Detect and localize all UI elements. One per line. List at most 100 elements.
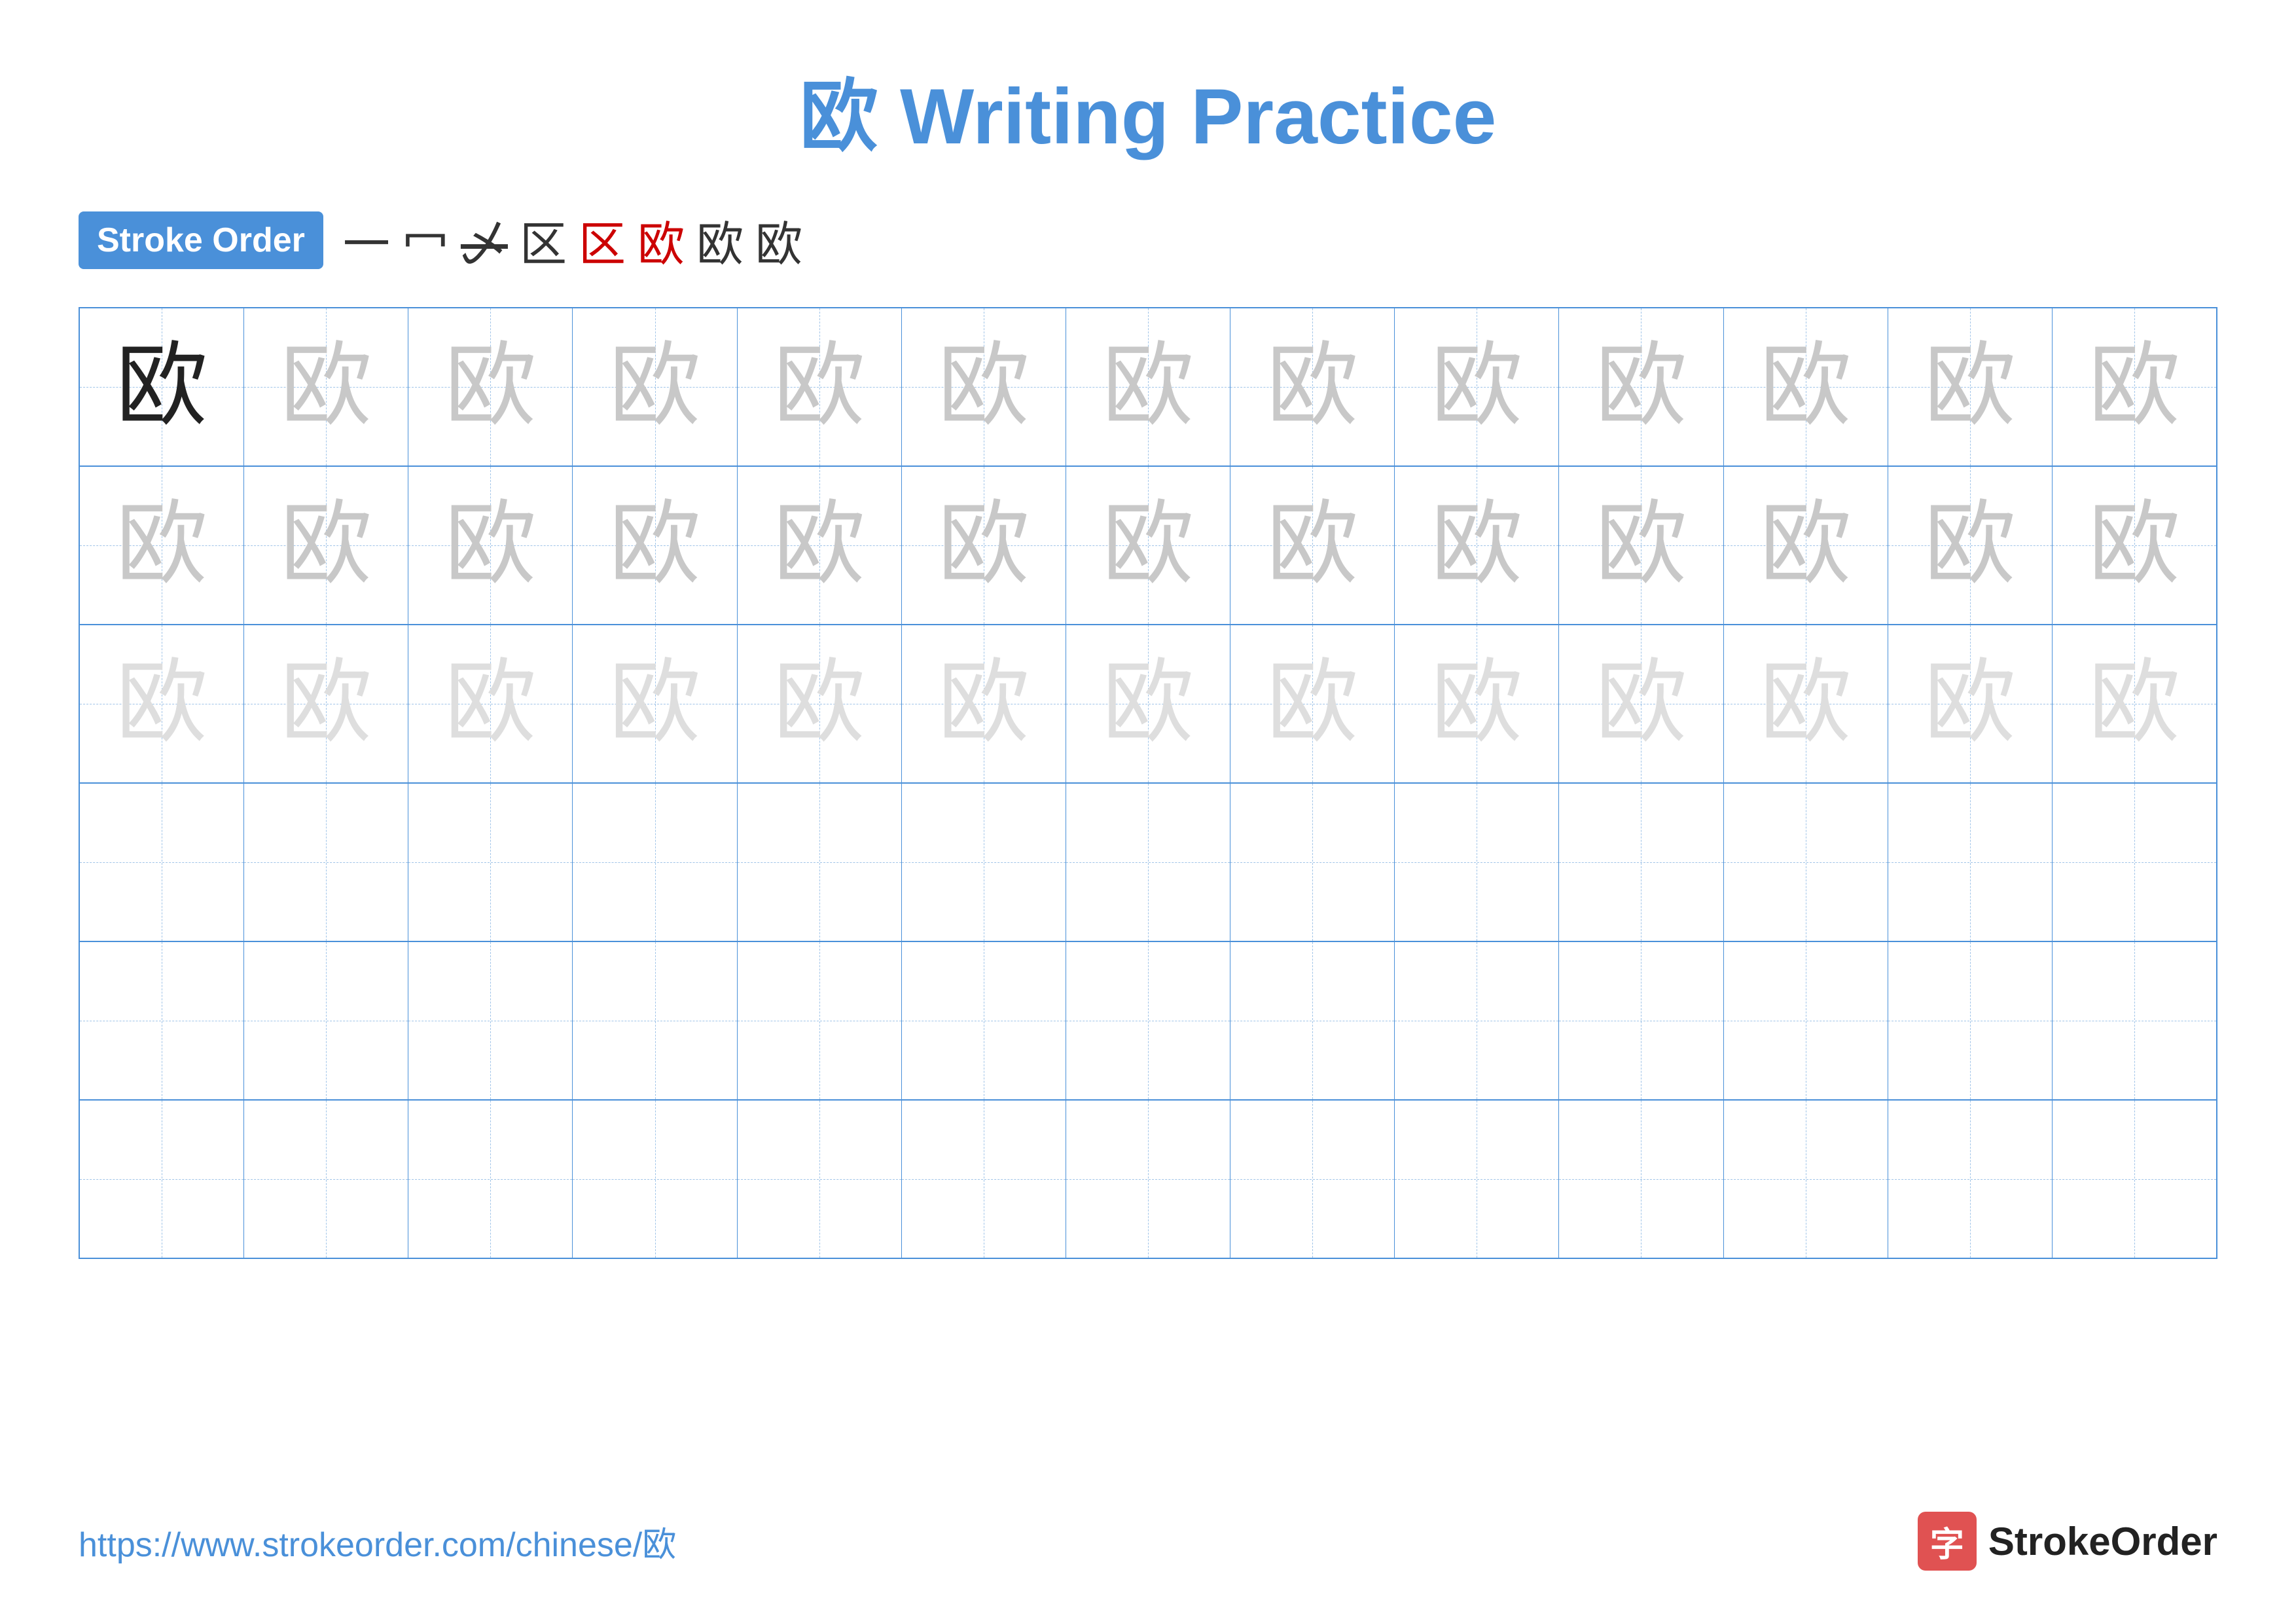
grid-cell[interactable] <box>2053 942 2216 1099</box>
grid-cell[interactable] <box>738 784 902 941</box>
grid-cell[interactable] <box>1230 942 1395 1099</box>
grid-cell[interactable] <box>738 1101 902 1258</box>
grid-cell[interactable]: 欧 <box>244 467 408 624</box>
practice-grid: 欧欧欧欧欧欧欧欧欧欧欧欧欧欧欧欧欧欧欧欧欧欧欧欧欧欧欧欧欧欧欧欧欧欧欧欧欧欧欧 <box>79 307 2217 1259</box>
grid-cell[interactable] <box>1888 942 2053 1099</box>
grid-cell[interactable] <box>80 1101 244 1258</box>
grid-cell[interactable]: 欧 <box>1888 308 2053 465</box>
practice-char: 欧 <box>2089 500 2180 591</box>
grid-cell[interactable]: 欧 <box>1066 467 1230 624</box>
grid-cell[interactable]: 欧 <box>573 625 737 782</box>
grid-cell[interactable]: 欧 <box>1395 625 1559 782</box>
grid-cell[interactable]: 欧 <box>902 467 1066 624</box>
grid-cell[interactable]: 欧 <box>2053 625 2216 782</box>
grid-cell[interactable]: 欧 <box>1559 625 1723 782</box>
grid-cell[interactable]: 欧 <box>573 467 737 624</box>
practice-char: 欧 <box>444 341 536 433</box>
grid-cell[interactable]: 欧 <box>408 625 573 782</box>
grid-cell[interactable]: 欧 <box>80 308 244 465</box>
grid-cell[interactable] <box>408 784 573 941</box>
grid-cell[interactable]: 欧 <box>573 308 737 465</box>
grid-cell[interactable] <box>738 942 902 1099</box>
grid-cell[interactable] <box>80 942 244 1099</box>
stroke-step-3: 乄 <box>461 206 508 274</box>
grid-cell[interactable]: 欧 <box>244 308 408 465</box>
title-chinese-char: 欧 <box>800 73 878 160</box>
grid-cell[interactable]: 欧 <box>1724 625 1888 782</box>
grid-cell[interactable]: 欧 <box>244 625 408 782</box>
grid-cell[interactable]: 欧 <box>408 308 573 465</box>
grid-cell[interactable]: 欧 <box>738 625 902 782</box>
grid-cell[interactable] <box>902 784 1066 941</box>
footer-logo: 字 StrokeOrder <box>1918 1512 2217 1571</box>
grid-cell[interactable]: 欧 <box>1724 467 1888 624</box>
grid-cell[interactable]: 欧 <box>738 308 902 465</box>
grid-cell[interactable] <box>1724 784 1888 941</box>
practice-char: 欧 <box>1266 341 1358 433</box>
practice-char: 欧 <box>444 500 536 591</box>
stroke-step-1: 一 <box>343 206 390 274</box>
grid-cell[interactable] <box>1066 942 1230 1099</box>
grid-cell[interactable] <box>1724 942 1888 1099</box>
grid-cell[interactable]: 欧 <box>1888 467 2053 624</box>
grid-cell[interactable]: 欧 <box>1230 308 1395 465</box>
footer-url[interactable]: https://www.strokeorder.com/chinese/欧 <box>79 1517 676 1566</box>
grid-cell[interactable] <box>2053 1101 2216 1258</box>
grid-cell[interactable]: 欧 <box>1559 308 1723 465</box>
practice-char: 欧 <box>280 658 372 750</box>
logo-icon: 字 <box>1918 1512 1977 1571</box>
grid-cell[interactable] <box>1888 1101 2053 1258</box>
grid-cell[interactable] <box>902 942 1066 1099</box>
grid-cell[interactable]: 欧 <box>1230 625 1395 782</box>
grid-cell[interactable]: 欧 <box>1066 625 1230 782</box>
grid-cell[interactable]: 欧 <box>902 625 1066 782</box>
grid-cell[interactable] <box>573 1101 737 1258</box>
grid-cell[interactable] <box>80 784 244 941</box>
practice-char: 欧 <box>1760 500 1852 591</box>
grid-cell[interactable]: 欧 <box>1888 625 2053 782</box>
grid-cell[interactable]: 欧 <box>1395 467 1559 624</box>
grid-cell[interactable]: 欧 <box>80 467 244 624</box>
grid-cell[interactable]: 欧 <box>1724 308 1888 465</box>
grid-cell[interactable] <box>2053 784 2216 941</box>
stroke-step-6: 欧 <box>637 206 685 274</box>
grid-cell[interactable] <box>1066 1101 1230 1258</box>
practice-char: 欧 <box>1595 341 1687 433</box>
grid-cell[interactable] <box>1559 942 1723 1099</box>
stroke-order-badge: Stroke Order <box>79 211 323 269</box>
grid-cell[interactable] <box>1395 942 1559 1099</box>
grid-cell[interactable] <box>408 942 573 1099</box>
grid-cell[interactable] <box>408 1101 573 1258</box>
grid-cell[interactable] <box>244 1101 408 1258</box>
practice-char: 欧 <box>1431 500 1522 591</box>
grid-cell[interactable]: 欧 <box>1066 308 1230 465</box>
grid-cell[interactable] <box>1230 784 1395 941</box>
grid-cell[interactable] <box>1724 1101 1888 1258</box>
grid-cell[interactable] <box>1395 784 1559 941</box>
stroke-step-8: 欧 <box>755 206 802 274</box>
grid-cell[interactable]: 欧 <box>408 467 573 624</box>
grid-row-6 <box>80 1101 2216 1258</box>
practice-char: 欧 <box>1760 341 1852 433</box>
grid-cell[interactable]: 欧 <box>80 625 244 782</box>
stroke-sequence: 一 冖 乄 区 区 欧 欧 欧 <box>343 206 802 274</box>
grid-cell[interactable]: 欧 <box>2053 308 2216 465</box>
grid-cell[interactable] <box>1559 1101 1723 1258</box>
grid-cell[interactable]: 欧 <box>1395 308 1559 465</box>
grid-cell[interactable] <box>1230 1101 1395 1258</box>
grid-cell[interactable] <box>1395 1101 1559 1258</box>
grid-cell[interactable] <box>1066 784 1230 941</box>
grid-cell[interactable]: 欧 <box>738 467 902 624</box>
grid-cell[interactable] <box>244 942 408 1099</box>
grid-cell[interactable] <box>1559 784 1723 941</box>
grid-cell[interactable] <box>244 784 408 941</box>
grid-cell[interactable] <box>573 942 737 1099</box>
grid-cell[interactable]: 欧 <box>2053 467 2216 624</box>
grid-cell[interactable] <box>573 784 737 941</box>
practice-char: 欧 <box>1924 341 2016 433</box>
grid-cell[interactable] <box>1888 784 2053 941</box>
grid-cell[interactable] <box>902 1101 1066 1258</box>
grid-cell[interactable]: 欧 <box>1559 467 1723 624</box>
grid-cell[interactable]: 欧 <box>902 308 1066 465</box>
grid-cell[interactable]: 欧 <box>1230 467 1395 624</box>
